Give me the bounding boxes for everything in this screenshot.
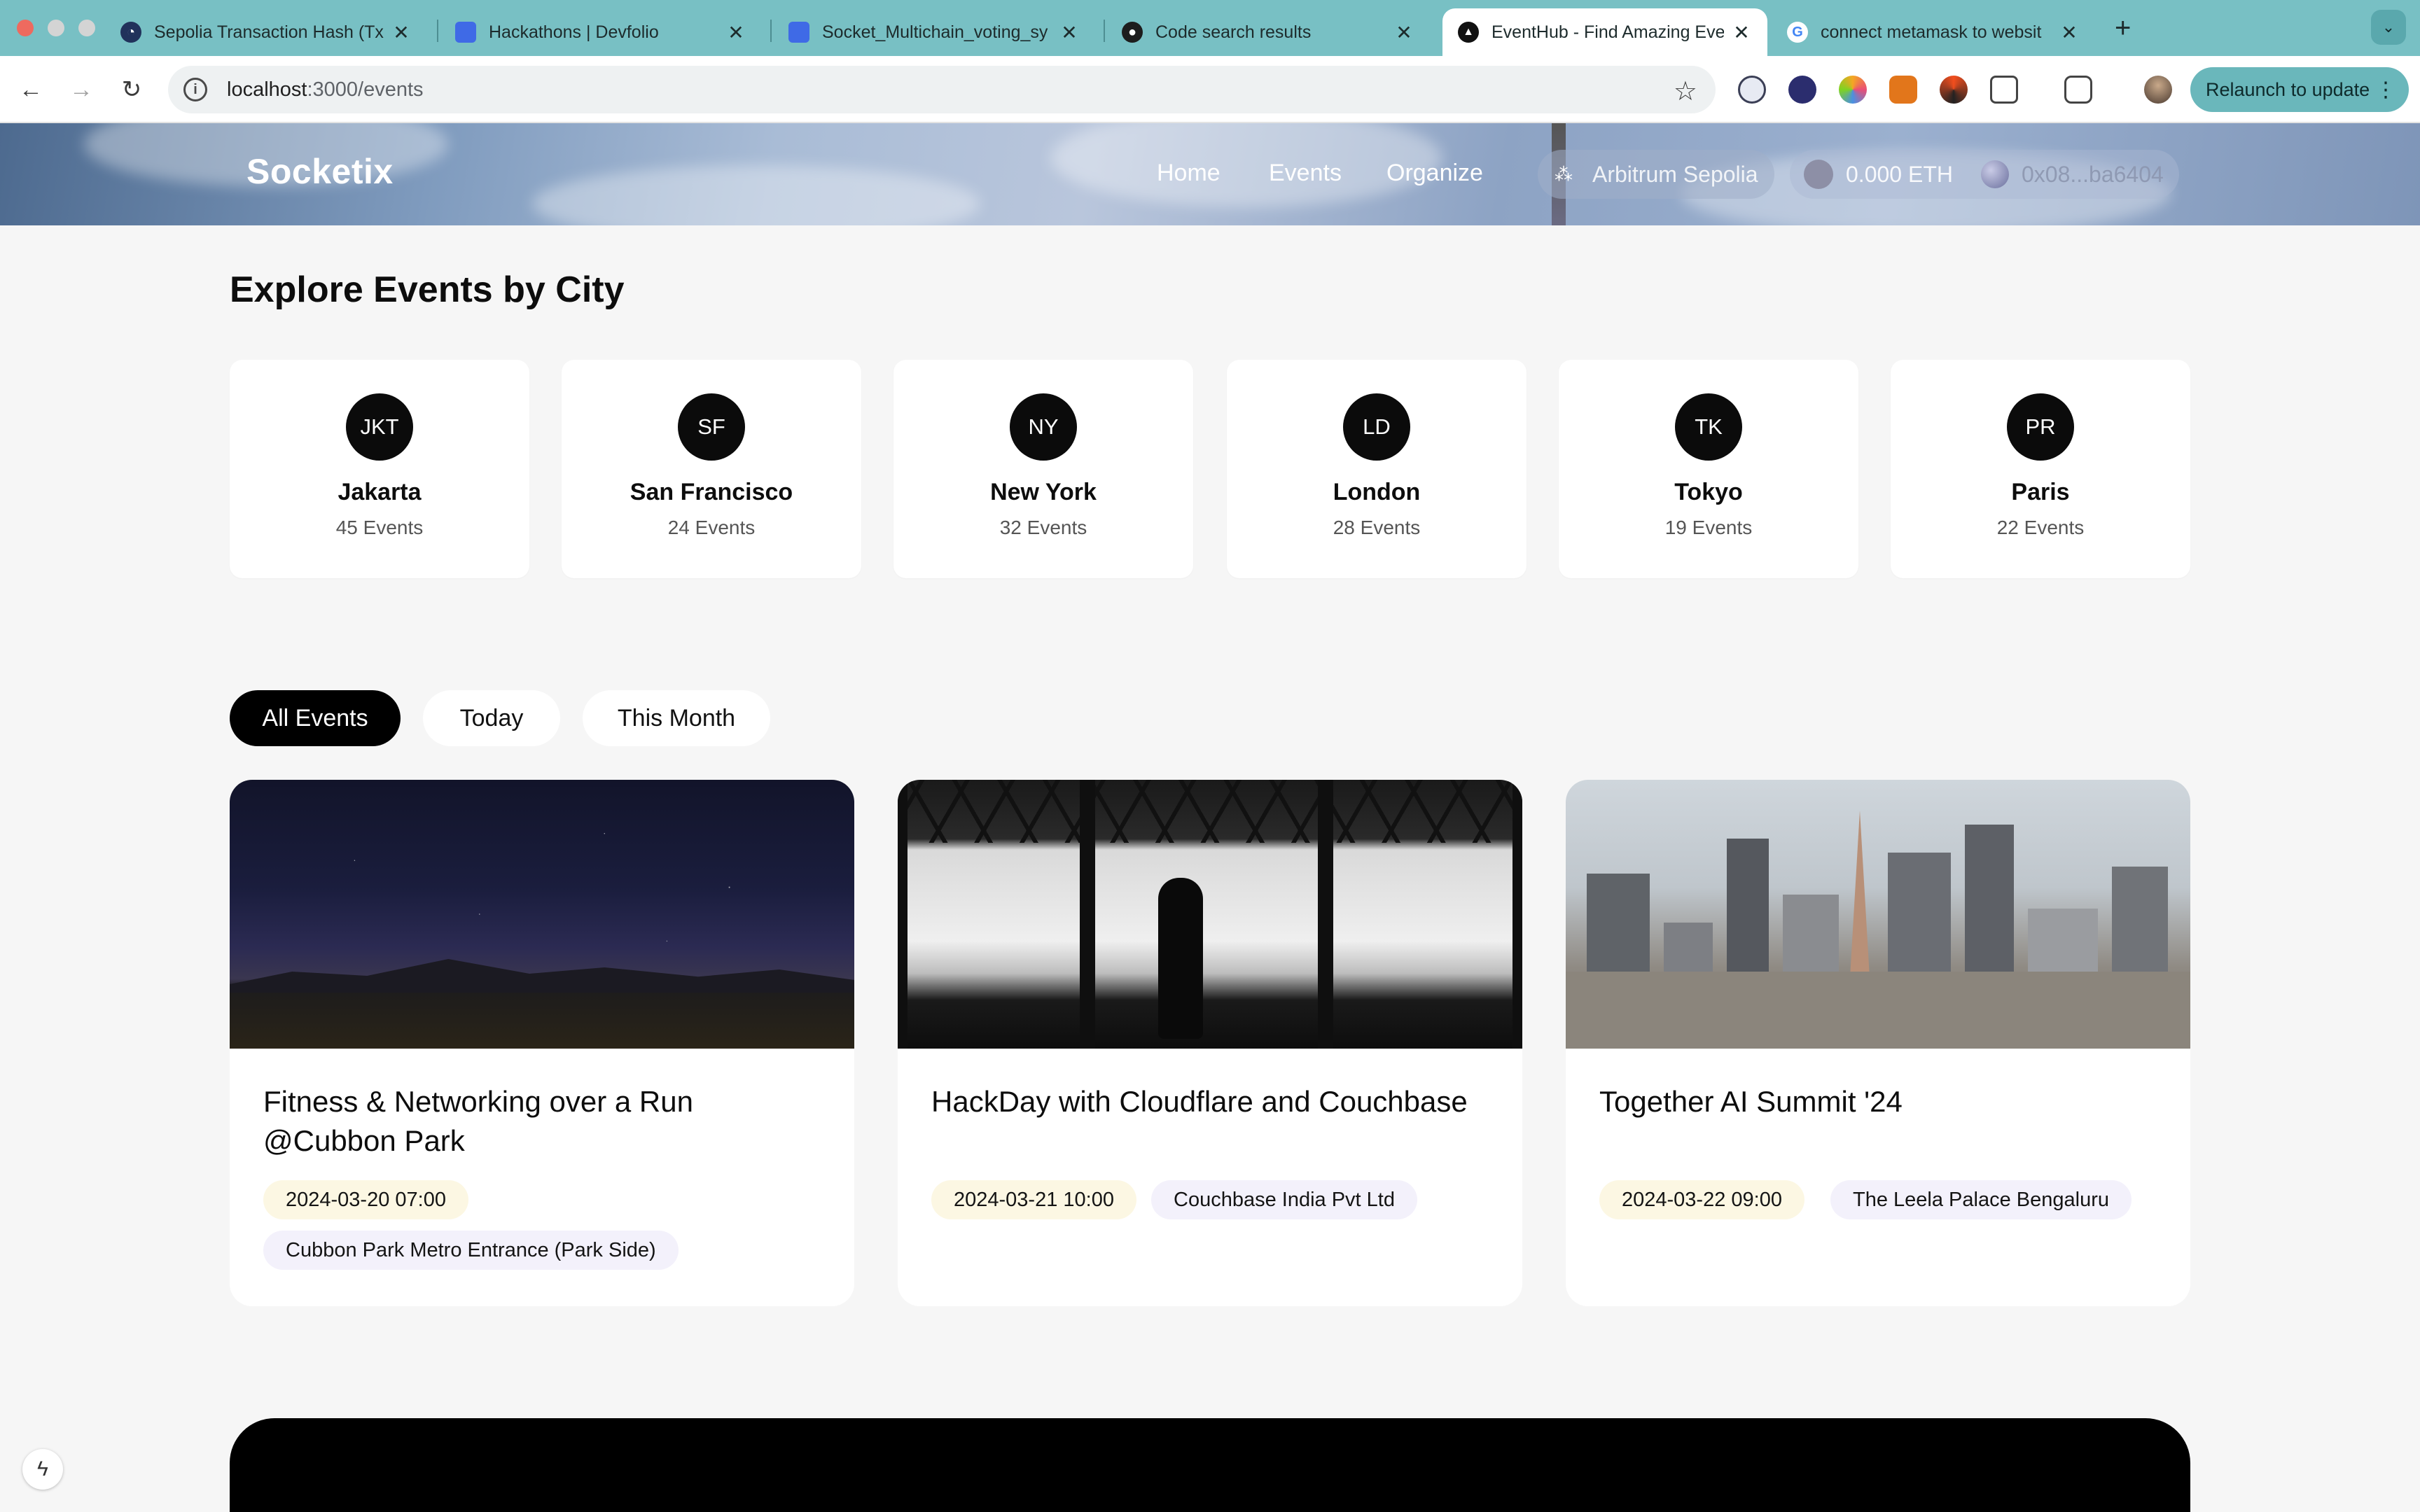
extensions-puzzle-icon[interactable]	[1990, 76, 2018, 104]
browser-tab[interactable]: ● Code search results ✕	[1106, 8, 1430, 56]
network-selector[interactable]: ⁂ Arbitrum Sepolia	[1538, 150, 1774, 199]
screen-capture-icon[interactable]	[2064, 76, 2092, 104]
city-name: Paris	[2011, 479, 2070, 505]
event-title[interactable]: Together AI Summit '24	[1599, 1082, 2160, 1121]
github-icon: ●	[1122, 22, 1143, 43]
nextjs-icon: ▲	[1458, 22, 1479, 43]
city-name: Jakarta	[338, 479, 422, 505]
extension-rabby-icon[interactable]	[1940, 76, 1968, 104]
city-card-new-york[interactable]: NY New York 32 Events	[893, 360, 1193, 578]
new-tab-icon[interactable]: +	[2115, 13, 2131, 44]
close-tab-icon[interactable]: ✕	[725, 21, 746, 44]
eth-coin-icon	[1804, 160, 1833, 189]
city-name: Tokyo	[1674, 479, 1743, 505]
wallet-address: 0x08...ba6404	[1980, 160, 2164, 188]
browser-tab[interactable]: G connect metamask to websit ✕	[1772, 8, 2095, 56]
metamask-fox-icon[interactable]	[1889, 76, 1917, 104]
city-name: San Francisco	[630, 479, 793, 505]
tab-search-icon[interactable]: ⌄	[2371, 10, 2406, 45]
city-badge: JKT	[346, 393, 413, 461]
event-title[interactable]: HackDay with Cloudflare and Couchbase	[931, 1082, 1491, 1121]
city-badge: LD	[1343, 393, 1410, 461]
window-close-button[interactable]	[17, 20, 34, 36]
url-text: localhost:3000/events	[227, 78, 424, 101]
event-image-city-skyline	[1566, 780, 2190, 1049]
close-tab-icon[interactable]: ✕	[1393, 21, 1414, 44]
reload-icon[interactable]: ↻	[113, 71, 150, 108]
city-event-count: 24 Events	[667, 517, 756, 538]
filter-all-events[interactable]: All Events	[230, 690, 401, 746]
extension-color-icon[interactable]	[1839, 76, 1867, 104]
event-card[interactable]: Together AI Summit '24 2024-03-22 09:00 …	[1566, 780, 2190, 1306]
city-event-count: 22 Events	[1996, 517, 2085, 538]
city-card-tokyo[interactable]: TK Tokyo 19 Events	[1559, 360, 1858, 578]
event-date-chip: 2024-03-22 09:00	[1599, 1180, 1804, 1219]
city-badge: SF	[678, 393, 745, 461]
close-tab-icon[interactable]: ✕	[391, 21, 412, 44]
city-badge: PR	[2007, 393, 2074, 461]
event-venue-chip: The Leela Palace Bengaluru	[1830, 1180, 2132, 1219]
devfolio-icon	[455, 22, 476, 43]
extension-privacy-icon[interactable]	[1738, 76, 1766, 104]
address-bar[interactable]: i localhost:3000/events ☆	[168, 66, 1716, 113]
extension-ghost-icon[interactable]	[1788, 76, 1816, 104]
etherscan-icon: ◔	[120, 22, 141, 43]
nav-organize-link[interactable]: Organize	[1386, 160, 1483, 187]
event-card[interactable]: Fitness & Networking over a Run @Cubbon …	[230, 780, 854, 1306]
site-header: Socketix Home Events Organize ⁂ Arbitrum…	[0, 123, 2420, 225]
city-badge: NY	[1010, 393, 1077, 461]
account-avatar-icon	[1980, 160, 2009, 188]
window-minimize-button[interactable]	[48, 20, 64, 36]
city-card-london[interactable]: LD London 28 Events	[1227, 360, 1527, 578]
nextjs-devtools-icon[interactable]: ϟ	[22, 1449, 63, 1490]
city-name: London	[1333, 479, 1421, 505]
browser-tab-bar: ◔ Sepolia Transaction Hash (Txh ✕ Hackat…	[0, 0, 2420, 56]
wallet-balance: 0.000 ETH	[1846, 161, 1953, 187]
back-arrow-icon[interactable]: ←	[13, 71, 49, 108]
city-badge: TK	[1675, 393, 1742, 461]
profile-avatar[interactable]	[2144, 76, 2172, 104]
arbitrum-network-icon: ⁂	[1555, 164, 1573, 185]
bookmark-star-icon[interactable]: ☆	[1674, 76, 1697, 107]
browser-tab[interactable]: Socket_Multichain_voting_sy ✕	[773, 8, 1095, 56]
filter-today[interactable]: Today	[423, 690, 560, 746]
browser-toolbar: ← → ↻ i localhost:3000/events ☆ Relaunch…	[0, 56, 2420, 123]
close-tab-icon[interactable]: ✕	[1059, 21, 1080, 44]
window-maximize-button[interactable]	[78, 20, 95, 36]
event-title[interactable]: Fitness & Networking over a Run @Cubbon …	[263, 1082, 823, 1161]
city-card-jakarta[interactable]: JKT Jakarta 45 Events	[230, 360, 529, 578]
close-tab-icon[interactable]: ✕	[2059, 21, 2080, 44]
wallet-account-button[interactable]: 0.000 ETH 0x08...ba6404	[1790, 150, 2179, 199]
close-tab-icon[interactable]: ✕	[1731, 21, 1752, 44]
city-event-count: 45 Events	[335, 517, 424, 538]
relaunch-update-button[interactable]: Relaunch to update ⋮	[2190, 67, 2409, 112]
event-image-night-sky	[230, 780, 854, 1049]
browser-tab[interactable]: ◔ Sepolia Transaction Hash (Txh ✕	[105, 8, 427, 56]
event-venue-chip: Cubbon Park Metro Entrance (Park Side)	[263, 1231, 679, 1270]
city-event-count: 28 Events	[1333, 517, 1421, 538]
filter-this-month[interactable]: This Month	[583, 690, 770, 746]
city-event-count: 32 Events	[999, 517, 1087, 538]
nav-home-link[interactable]: Home	[1157, 160, 1221, 187]
browser-tab-active[interactable]: ▲ EventHub - Find Amazing Eve ✕	[1442, 8, 1767, 56]
section-title-cities: Explore Events by City	[230, 270, 625, 310]
city-name: New York	[990, 479, 1097, 505]
google-icon: G	[1787, 22, 1808, 43]
event-image-hall	[898, 780, 1522, 1049]
event-date-chip: 2024-03-20 07:00	[263, 1180, 468, 1219]
site-info-icon[interactable]: i	[183, 78, 207, 102]
devfolio-icon	[788, 22, 809, 43]
browser-tab[interactable]: Hackathons | Devfolio ✕	[440, 8, 762, 56]
more-vertical-icon[interactable]: ⋮	[2375, 78, 2396, 102]
event-venue-chip: Couchbase India Pvt Ltd	[1151, 1180, 1417, 1219]
brand-logo[interactable]: Socketix	[246, 151, 394, 192]
event-date-chip: 2024-03-21 10:00	[931, 1180, 1136, 1219]
city-event-count: 19 Events	[1664, 517, 1753, 538]
forward-arrow-icon[interactable]: →	[63, 71, 99, 108]
event-card[interactable]: HackDay with Cloudflare and Couchbase 20…	[898, 780, 1522, 1306]
footer-section	[230, 1418, 2190, 1512]
nav-events-link[interactable]: Events	[1269, 160, 1342, 187]
city-card-paris[interactable]: PR Paris 22 Events	[1891, 360, 2190, 578]
city-card-san-francisco[interactable]: SF San Francisco 24 Events	[562, 360, 861, 578]
